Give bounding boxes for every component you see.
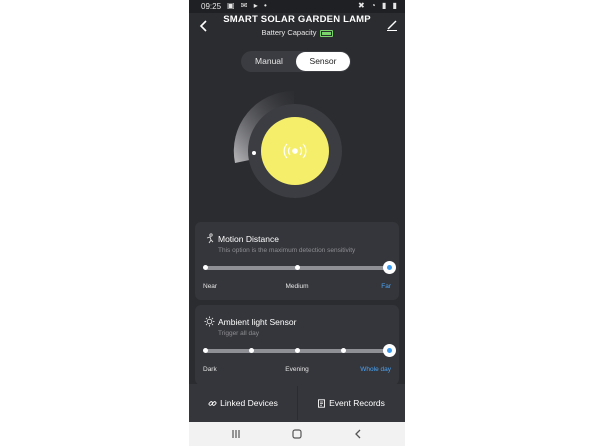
motion-label-far: Far (381, 283, 391, 290)
motion-slider-step[interactable] (202, 265, 208, 270)
motion-label-medium: Medium (285, 283, 309, 290)
ambient-slider-step[interactable] (294, 348, 300, 353)
page-title: SMART SOLAR GARDEN LAMP (223, 14, 371, 25)
sun-icon (204, 316, 215, 327)
range-handle[interactable] (252, 151, 256, 155)
back-icon[interactable] (352, 428, 364, 440)
motion-distance-card: Motion Distance This option is the maxim… (195, 222, 399, 300)
status-bar: 09:25 ▣ ✉ ▸ • ✖ ◔ ▮ ▮ (189, 0, 405, 13)
header: SMART SOLAR GARDEN LAMP Battery Capacity (189, 13, 405, 43)
ambient-label-whole-day: Whole day (360, 366, 391, 373)
motion-labels: Near Medium Far (203, 283, 391, 293)
motion-slider[interactable] (202, 261, 396, 274)
motion-title: Motion Distance (218, 234, 279, 244)
bottom-bar: Linked Devices Event Records (189, 384, 405, 422)
battery-capacity: Battery Capacity (189, 28, 405, 37)
mode-toggle: Manual Sensor (241, 51, 351, 72)
running-person-icon (206, 233, 214, 244)
status-time: 09:25 (201, 2, 222, 11)
ambient-slider-step[interactable] (248, 348, 254, 353)
recent-apps-icon[interactable] (230, 428, 242, 440)
ambient-slider-step[interactable] (202, 348, 208, 353)
ambient-label-evening: Evening (285, 366, 309, 373)
ambient-slider-step[interactable] (340, 348, 346, 353)
ambient-title: Ambient light Sensor (218, 317, 297, 327)
phone-screen: 09:25 ▣ ✉ ▸ • ✖ ◔ ▮ ▮ SMART SOLAR GARDEN… (189, 0, 405, 446)
notification-icons: ▣ ✉ ▸ • (227, 1, 269, 10)
battery-icon (319, 29, 333, 37)
tab-manual[interactable]: Manual (243, 51, 295, 72)
lamp-dial[interactable] (229, 84, 349, 204)
ambient-labels: Dark Evening Whole day (203, 366, 391, 376)
motion-description: This option is the maximum detection sen… (218, 247, 356, 254)
linked-devices-button[interactable]: Linked Devices (189, 384, 297, 422)
link-icon (208, 401, 217, 406)
linked-devices-label: Linked Devices (220, 398, 278, 408)
pencil-icon[interactable] (385, 18, 399, 32)
event-records-label: Event Records (329, 398, 385, 408)
ambient-slider[interactable] (202, 344, 396, 357)
ambient-slider-thumb[interactable] (382, 344, 396, 357)
android-nav-bar (189, 422, 405, 446)
motion-slider-thumb[interactable] (382, 261, 396, 274)
system-icons: ✖ ◔ ▮ ▮ (357, 1, 399, 10)
ambient-light-card: Ambient light Sensor Trigger all day Dar… (195, 305, 399, 385)
battery-label: Battery Capacity (261, 28, 317, 37)
document-icon (318, 399, 326, 408)
motion-slider-step[interactable] (294, 265, 300, 270)
ambient-label-dark: Dark (203, 366, 217, 373)
event-records-button[interactable]: Event Records (297, 384, 405, 422)
motion-label-near: Near (203, 283, 218, 290)
ambient-description: Trigger all day (218, 330, 259, 337)
home-icon[interactable] (291, 428, 303, 440)
tab-sensor[interactable]: Sensor (296, 52, 350, 71)
